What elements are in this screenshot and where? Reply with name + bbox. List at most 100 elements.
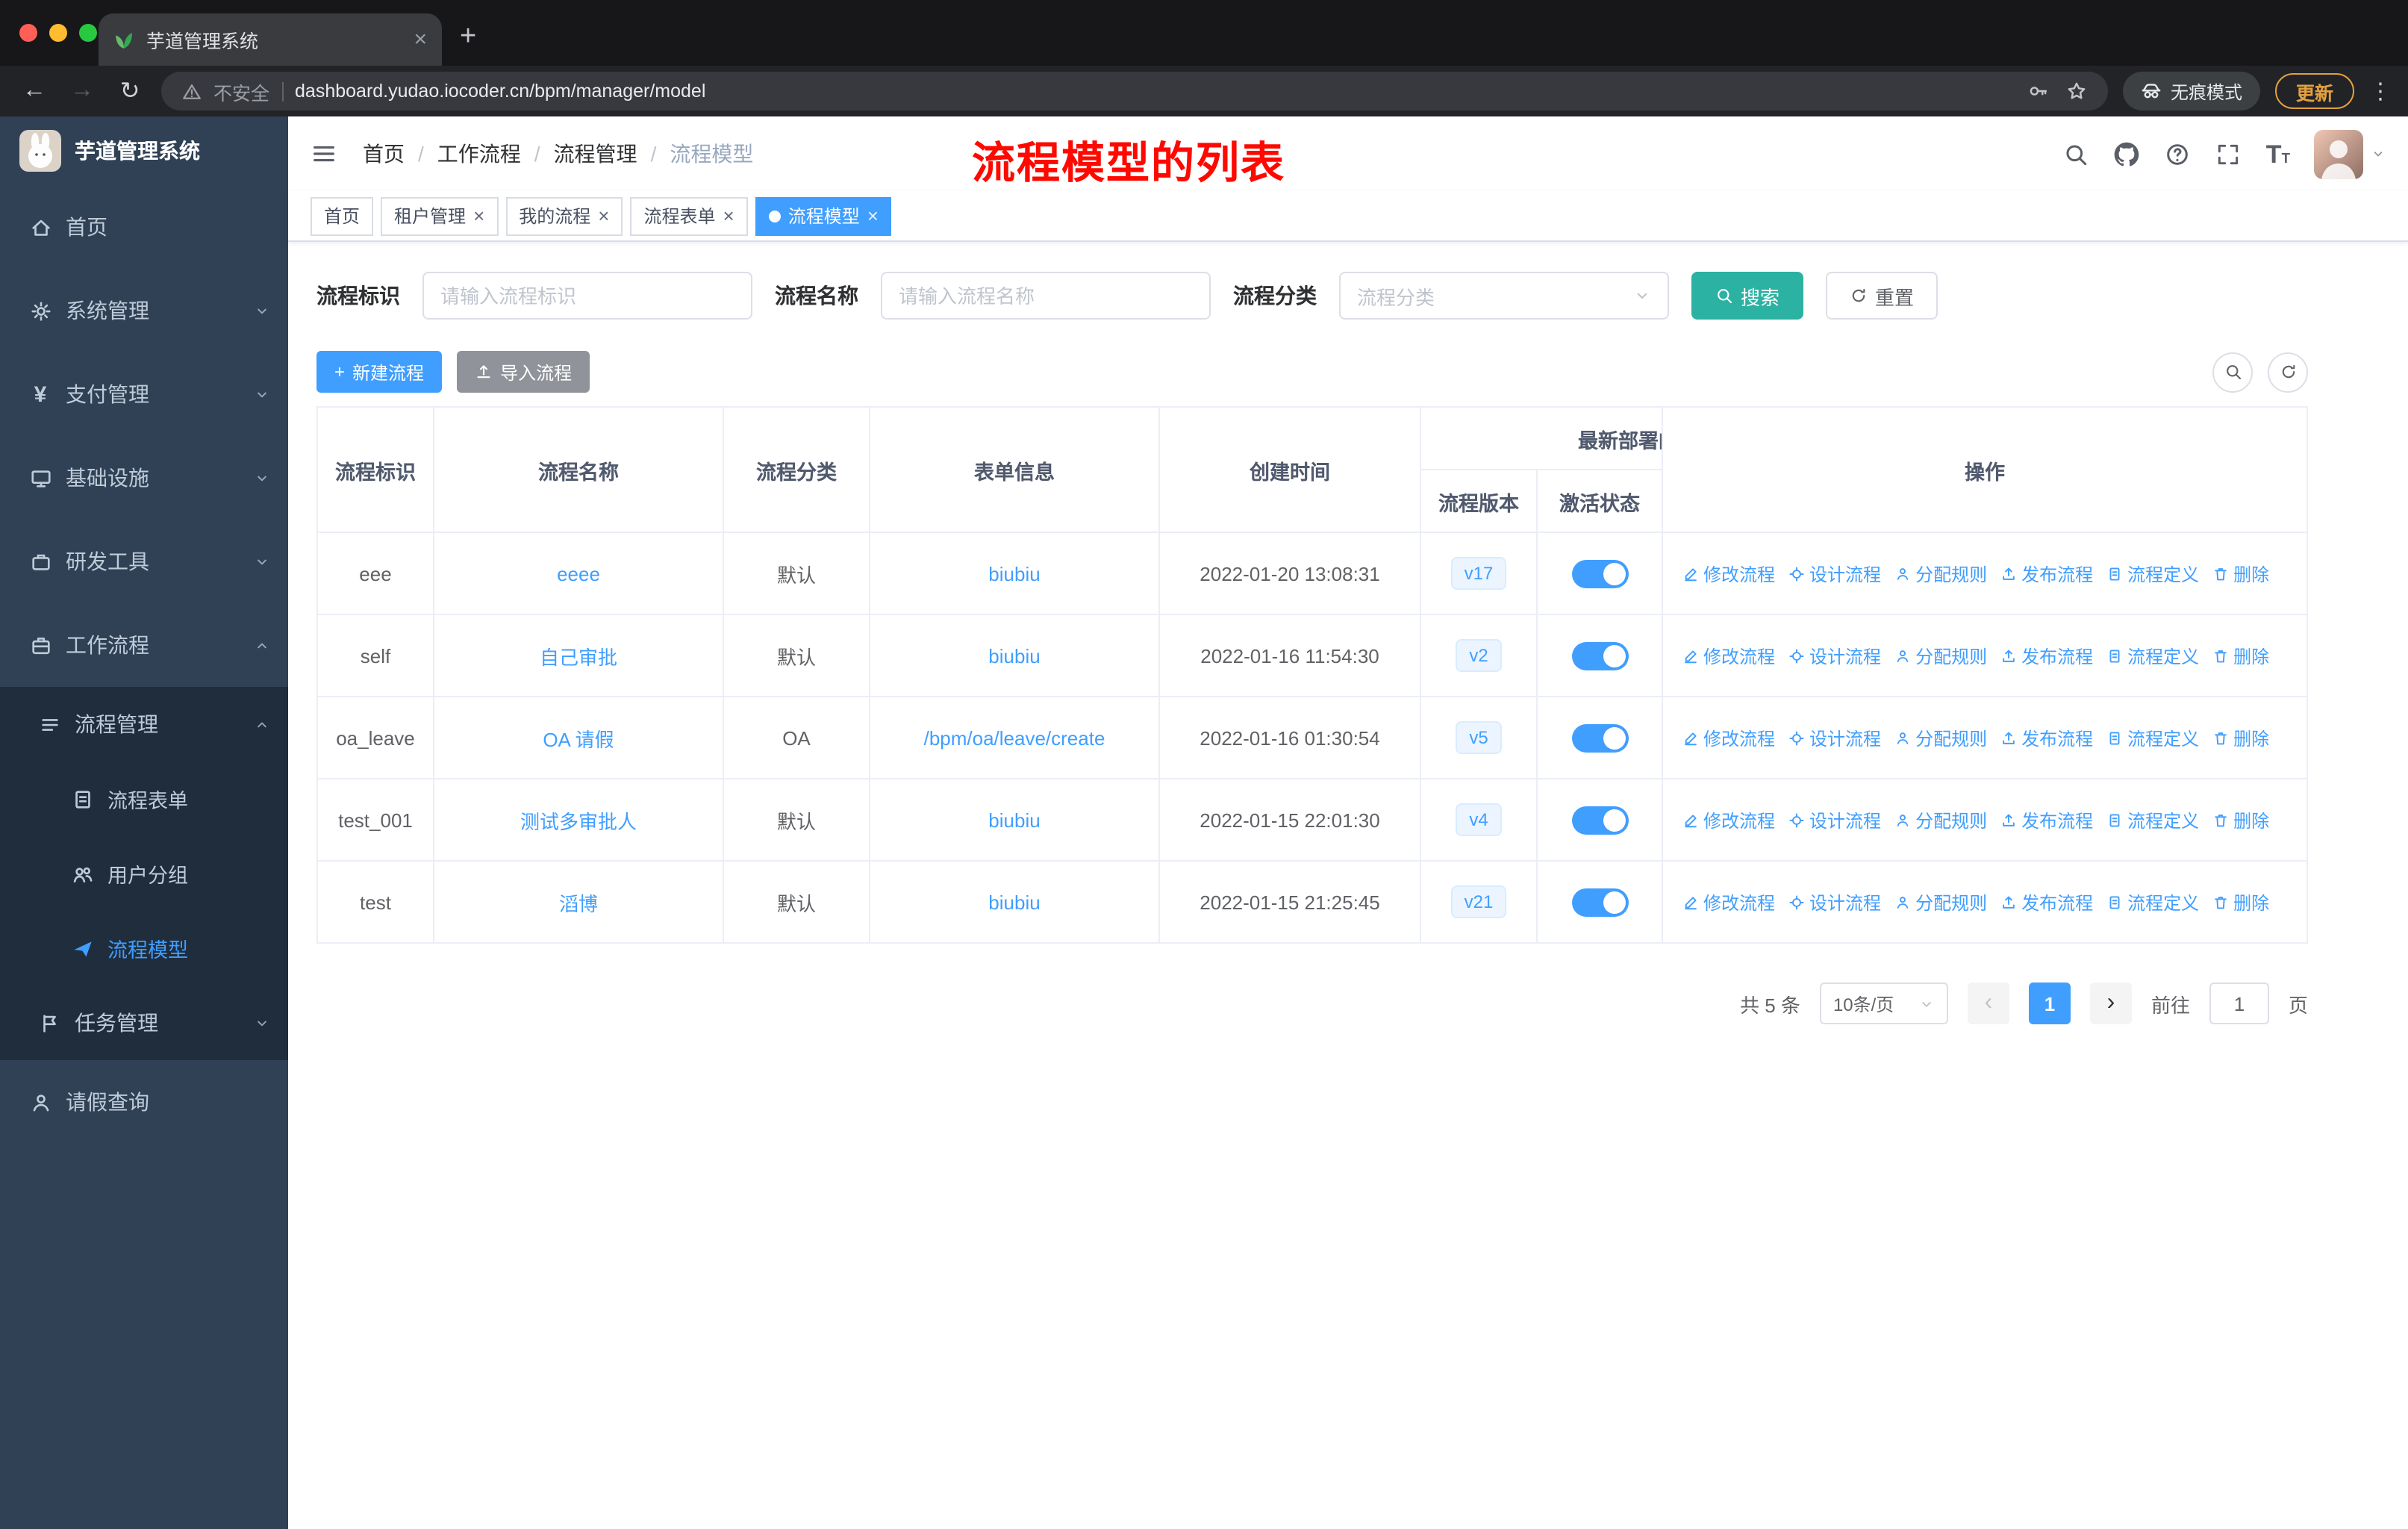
font-size-icon[interactable]: TT [2266, 141, 2290, 166]
close-icon[interactable]: × [723, 205, 734, 227]
action-design[interactable]: 设计流程 [1788, 725, 1881, 750]
action-assign-rule[interactable]: 分配规则 [1894, 643, 1987, 668]
tab-close-icon[interactable]: × [414, 27, 427, 52]
action-modify[interactable]: 修改流程 [1682, 807, 1775, 832]
breadcrumb-item[interactable]: 工作流程 [437, 139, 521, 169]
breadcrumb-item[interactable]: 流程管理 [554, 139, 637, 169]
action-definition[interactable]: 流程定义 [2106, 643, 2199, 668]
breadcrumb-item[interactable]: 首页 [363, 139, 405, 169]
sidebar-item-process-model[interactable]: 流程模型 [0, 911, 288, 985]
action-modify[interactable]: 修改流程 [1682, 725, 1775, 750]
close-icon[interactable]: × [473, 205, 484, 227]
browser-tab[interactable]: 芋道管理系统 × [99, 13, 442, 66]
action-delete[interactable]: 删除 [2212, 561, 2269, 586]
action-modify[interactable]: 修改流程 [1682, 889, 1775, 915]
form-info-link[interactable]: /bpm/oa/leave/create [918, 726, 1111, 749]
form-info-link[interactable]: biubiu [982, 809, 1046, 831]
process-name-link[interactable]: OA 请假 [537, 723, 620, 752]
form-info-link[interactable]: biubiu [982, 644, 1046, 667]
update-button[interactable]: 更新 [2274, 73, 2354, 109]
page-size-select[interactable]: 10条/页 [1819, 983, 1948, 1024]
avatar[interactable] [2314, 129, 2363, 178]
help-icon[interactable] [2165, 141, 2190, 166]
reload-button[interactable]: ↻ [113, 76, 146, 106]
sidebar-item-process-form[interactable]: 流程表单 [0, 762, 288, 836]
sidebar-item-home[interactable]: 首页 [0, 185, 288, 269]
process-name-link[interactable]: 自己审批 [534, 641, 623, 670]
category-select[interactable]: 流程分类 [1339, 272, 1669, 320]
reset-button[interactable]: 重置 [1826, 272, 1938, 320]
active-toggle[interactable] [1571, 641, 1628, 670]
sidebar-item-payment[interactable]: ¥ 支付管理 [0, 352, 288, 436]
action-definition[interactable]: 流程定义 [2106, 807, 2199, 832]
close-icon[interactable]: × [867, 205, 879, 227]
process-name-link[interactable]: eeee [551, 562, 606, 585]
next-page-button[interactable]: › [2089, 983, 2132, 1024]
view-tab[interactable]: 租户管理 × [381, 196, 499, 235]
window-minimize-button[interactable] [49, 24, 67, 42]
view-tab[interactable]: 我的流程 × [505, 196, 623, 235]
new-tab-button[interactable]: + [442, 21, 494, 66]
form-info-link[interactable]: biubiu [982, 891, 1046, 913]
action-delete[interactable]: 删除 [2212, 807, 2269, 832]
active-toggle[interactable] [1571, 888, 1628, 916]
process-name-input[interactable] [881, 272, 1211, 320]
sidebar-item-devtools[interactable]: 研发工具 [0, 520, 288, 603]
action-assign-rule[interactable]: 分配规则 [1894, 725, 1987, 750]
sidebar-item-process-management[interactable]: 流程管理 [0, 687, 288, 762]
action-publish[interactable]: 发布流程 [2000, 807, 2093, 832]
back-button[interactable]: ← [18, 78, 51, 105]
action-definition[interactable]: 流程定义 [2106, 725, 2199, 750]
github-icon[interactable] [2114, 141, 2139, 166]
avatar-caret-icon[interactable] [2371, 146, 2386, 161]
action-modify[interactable]: 修改流程 [1682, 561, 1775, 586]
import-process-button[interactable]: 导入流程 [457, 351, 590, 393]
action-design[interactable]: 设计流程 [1788, 561, 1881, 586]
current-page[interactable]: 1 [2028, 983, 2071, 1024]
action-design[interactable]: 设计流程 [1788, 889, 1881, 915]
fullscreen-icon[interactable] [2215, 141, 2241, 166]
sidebar-item-system[interactable]: 系统管理 [0, 269, 288, 352]
create-process-button[interactable]: + 新建流程 [316, 351, 443, 393]
action-delete[interactable]: 删除 [2212, 889, 2269, 915]
refresh-table-button[interactable] [2268, 352, 2308, 392]
active-toggle[interactable] [1571, 806, 1628, 834]
sidebar-item-user-group[interactable]: 用户分组 [0, 836, 288, 911]
sidebar-item-leave-query[interactable]: 请假查询 [0, 1060, 288, 1144]
action-delete[interactable]: 删除 [2212, 725, 2269, 750]
search-button[interactable]: 搜索 [1691, 272, 1804, 320]
action-publish[interactable]: 发布流程 [2000, 725, 2093, 750]
process-name-link[interactable]: 滔博 [553, 888, 604, 916]
sidebar-toggle-icon[interactable] [311, 140, 337, 167]
form-info-link[interactable]: biubiu [982, 562, 1046, 585]
forward-button[interactable]: → [66, 78, 99, 105]
goto-page-input[interactable] [2209, 983, 2269, 1024]
sidebar-item-task-management[interactable]: 任务管理 [0, 985, 288, 1060]
window-close-button[interactable] [19, 24, 37, 42]
action-delete[interactable]: 删除 [2212, 643, 2269, 668]
action-assign-rule[interactable]: 分配规则 [1894, 889, 1987, 915]
action-design[interactable]: 设计流程 [1788, 807, 1881, 832]
browser-menu-icon[interactable]: ⋮ [2369, 78, 2392, 105]
sidebar-item-infrastructure[interactable]: 基础设施 [0, 436, 288, 520]
window-zoom-button[interactable] [79, 24, 97, 42]
password-key-icon[interactable] [2027, 81, 2048, 102]
view-tab[interactable]: 流程表单 × [630, 196, 748, 235]
prev-page-button[interactable]: ‹ [1967, 983, 2009, 1024]
action-definition[interactable]: 流程定义 [2106, 561, 2199, 586]
bookmark-star-icon[interactable] [2066, 81, 2087, 102]
sidebar-item-workflow[interactable]: 工作流程 [0, 603, 288, 687]
app-logo[interactable]: 芋道管理系统 [0, 116, 288, 185]
action-assign-rule[interactable]: 分配规则 [1894, 561, 1987, 586]
close-icon[interactable]: × [598, 205, 609, 227]
active-toggle[interactable] [1571, 559, 1628, 588]
action-publish[interactable]: 发布流程 [2000, 643, 2093, 668]
view-tab[interactable]: 首页 [311, 196, 374, 235]
search-icon[interactable] [2063, 141, 2089, 166]
action-definition[interactable]: 流程定义 [2106, 889, 2199, 915]
process-key-input[interactable] [422, 272, 752, 320]
view-tab[interactable]: 流程模型 × [755, 196, 892, 235]
active-toggle[interactable] [1571, 723, 1628, 752]
action-modify[interactable]: 修改流程 [1682, 643, 1775, 668]
action-publish[interactable]: 发布流程 [2000, 561, 2093, 586]
